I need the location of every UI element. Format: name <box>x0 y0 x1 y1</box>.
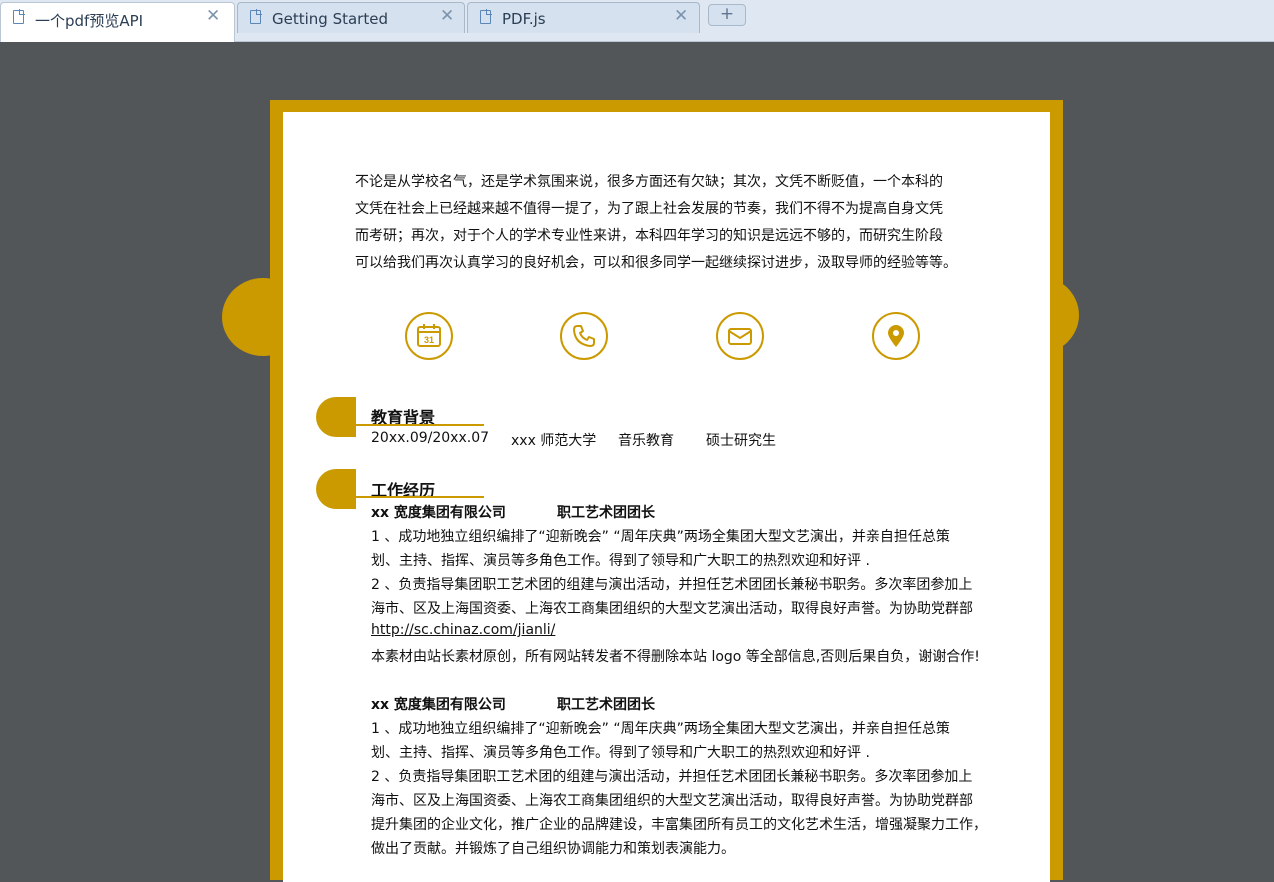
work-line: 划、主持、指挥、演员等多角色工作。得到了领导和广大职工的热烈欢迎和好评 . <box>371 745 870 761</box>
tab-bar: 一个pdf预览API ✕ Getting Started ✕ PDF.js ✕ … <box>0 0 1274 42</box>
page-content: 不论是从学校名气，还是学术氛围来说，很多方面还有欠缺；其次，文凭不断贬值，一个本… <box>283 112 1050 882</box>
intro-line: 可以给我们再次认真学习的良好机会，可以和很多同学一起继续探讨进步，汲取导师的经验… <box>355 255 957 271</box>
close-icon[interactable]: ✕ <box>440 8 454 25</box>
education-major: 音乐教育 <box>618 433 674 449</box>
new-tab-button[interactable]: + <box>708 4 746 26</box>
tab-pdf-preview-api[interactable]: 一个pdf预览API ✕ <box>0 2 235 42</box>
work-company: xx 宽度集团有限公司 <box>371 697 506 713</box>
phone-icon <box>560 312 608 360</box>
document-icon <box>13 9 25 24</box>
pdf-page: 不论是从学校名气，还是学术氛围来说，很多方面还有欠缺；其次，文凭不断贬值，一个本… <box>222 100 1079 882</box>
tab-pdfjs[interactable]: PDF.js ✕ <box>467 2 700 33</box>
work-company: xx 宽度集团有限公司 <box>371 505 506 521</box>
section-underline <box>356 424 484 426</box>
location-icon <box>872 312 920 360</box>
document-icon <box>250 9 262 24</box>
intro-line: 不论是从学校名气，还是学术氛围来说，很多方面还有欠缺；其次，文凭不断贬值，一个本… <box>355 174 943 190</box>
work-position: 职工艺术团团长 <box>557 697 655 713</box>
work-position: 职工艺术团团长 <box>557 505 655 521</box>
close-icon[interactable]: ✕ <box>674 8 688 25</box>
tab-label: PDF.js <box>502 10 546 28</box>
education-period: 20xx.09/20xx.07 <box>371 430 490 446</box>
section-marker <box>316 469 356 509</box>
intro-line: 文凭在社会上已经越来越不值得一提了，为了跟上社会发展的节奏，我们不得不为提高自身… <box>355 201 943 217</box>
work-line: 1 、成功地独立组织编排了“迎新晚会” “周年庆典”两场全集团大型文艺演出，并亲… <box>371 721 950 737</box>
education-degree: 硕士研究生 <box>706 433 776 449</box>
work-line: 本素材由站长素材原创，所有网站转发者不得删除本站 logo 等全部信息,否则后果… <box>371 649 980 665</box>
section-marker <box>316 397 356 437</box>
document-icon <box>480 9 492 24</box>
work-line: 1 、成功地独立组织编排了“迎新晚会” “周年庆典”两场全集团大型文艺演出，并亲… <box>371 529 950 545</box>
work-line: 做出了贡献。并锻炼了自己组织协调能力和策划表演能力。 <box>371 841 735 857</box>
source-link[interactable]: http://sc.chinaz.com/jianli/ <box>371 622 555 638</box>
close-icon[interactable]: ✕ <box>206 8 220 25</box>
work-line: 海市、区及上海国资委、上海农工商集团组织的大型文艺演出活动，取得良好声誉。为协助… <box>371 601 973 617</box>
intro-line: 而考研；再次，对于个人的学术专业性来讲，本科四年学习的知识是远远不够的，而研究生… <box>355 228 943 244</box>
work-line: 提升集团的企业文化，推广企业的品牌建设，丰富集团所有员工的文化艺术生活，增强凝聚… <box>371 817 987 833</box>
tab-label: 一个pdf预览API <box>35 12 144 30</box>
work-line: 海市、区及上海国资委、上海农工商集团组织的大型文艺演出活动，取得良好声誉。为协助… <box>371 793 973 809</box>
intro-paragraph: 不论是从学校名气，还是学术氛围来说，很多方面还有欠缺；其次，文凭不断贬值，一个本… <box>355 169 980 277</box>
calendar-icon: 31 <box>405 312 453 360</box>
tab-label: Getting Started <box>272 10 388 28</box>
section-underline <box>356 496 484 498</box>
mail-icon <box>716 312 764 360</box>
education-school: xxx 师范大学 <box>511 433 597 449</box>
work-line: 2 、负责指导集团职工艺术团的组建与演出活动，并担任艺术团团长兼秘书职务。多次率… <box>371 577 973 593</box>
work-line: 划、主持、指挥、演员等多角色工作。得到了领导和广大职工的热烈欢迎和好评 . <box>371 553 870 569</box>
tab-getting-started[interactable]: Getting Started ✕ <box>237 2 465 33</box>
work-line: 2 、负责指导集团职工艺术团的组建与演出活动，并担任艺术团团长兼秘书职务。多次率… <box>371 769 973 785</box>
calendar-day: 31 <box>424 335 434 345</box>
